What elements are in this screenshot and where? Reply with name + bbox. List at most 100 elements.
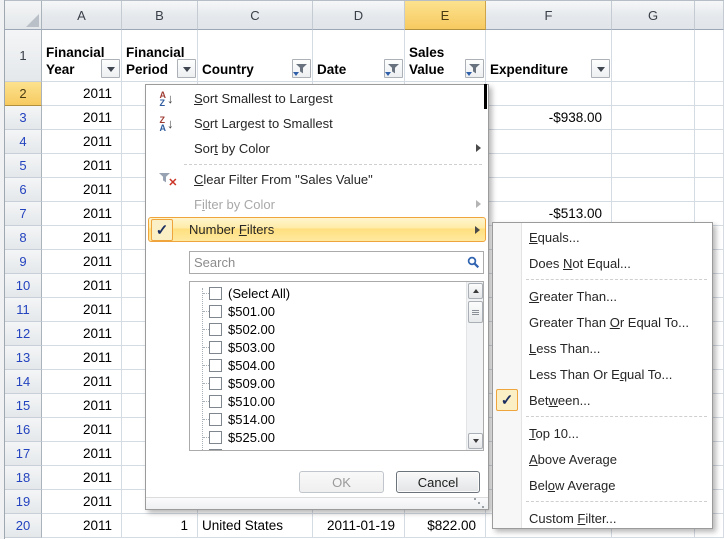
row-header-19[interactable]: 19 (5, 490, 42, 514)
column-header-C[interactable]: C (198, 1, 313, 30)
column-header-E[interactable]: E (405, 1, 486, 30)
cell-A2[interactable]: 2011 (42, 82, 122, 106)
filter-value-502-00[interactable]: $502.00 (190, 320, 466, 338)
cell-B20[interactable]: 1 (122, 514, 198, 538)
row-header-13[interactable]: 13 (5, 346, 42, 370)
cell-F3[interactable]: -$938.00 (486, 106, 612, 130)
select-all-corner[interactable] (5, 1, 42, 30)
cell-A19[interactable]: 2011 (42, 490, 122, 514)
scrollbar[interactable] (466, 282, 483, 450)
filter-button-A[interactable] (101, 59, 120, 78)
row-header-10[interactable]: 10 (5, 274, 42, 298)
row-header-9[interactable]: 9 (5, 250, 42, 274)
filter-value-510-00[interactable]: $510.00 (190, 392, 466, 410)
column-header-A[interactable]: A (42, 1, 122, 30)
cell-A16[interactable]: 2011 (42, 418, 122, 442)
header-cell-F[interactable]: Expenditure (486, 30, 612, 82)
cell-F2[interactable] (486, 82, 612, 106)
checkbox-unchecked[interactable] (209, 305, 222, 318)
submenu-item-below-average[interactable]: Below Average (493, 472, 712, 498)
filter-value-509-00[interactable]: $509.00 (190, 374, 466, 392)
cell-H3[interactable] (695, 106, 724, 130)
row-header-14[interactable]: 14 (5, 370, 42, 394)
cell-G3[interactable] (612, 106, 695, 130)
row-header-3[interactable]: 3 (5, 106, 42, 130)
column-header-partial[interactable] (695, 1, 724, 30)
row-header-11[interactable]: 11 (5, 298, 42, 322)
scrollbar-thumb[interactable] (468, 301, 483, 323)
cell-H2[interactable] (695, 82, 724, 106)
row-header-16[interactable]: 16 (5, 418, 42, 442)
submenu-item-between[interactable]: ✓Between... (493, 387, 712, 413)
cell-C20[interactable]: United States (198, 514, 313, 538)
cell-A13[interactable]: 2011 (42, 346, 122, 370)
row-header-2[interactable]: 2 (5, 82, 42, 106)
scroll-down-button[interactable] (468, 433, 483, 449)
header-cell-B[interactable]: FinancialPeriod (122, 30, 198, 82)
column-header-B[interactable]: B (122, 1, 198, 30)
row-header-4[interactable]: 4 (5, 130, 42, 154)
filter-value-select-all[interactable]: (Select All) (190, 284, 466, 302)
row-header-12[interactable]: 12 (5, 322, 42, 346)
filter-button-D[interactable] (384, 59, 403, 78)
cell-A10[interactable]: 2011 (42, 274, 122, 298)
column-header-D[interactable]: D (313, 1, 405, 30)
search-input[interactable] (190, 255, 463, 270)
checkbox-unchecked[interactable] (209, 413, 222, 426)
submenu-item-greater-than[interactable]: Greater Than... (493, 283, 712, 309)
cell-G4[interactable] (612, 130, 695, 154)
checkbox-unchecked[interactable] (209, 377, 222, 390)
cell-A5[interactable]: 2011 (42, 154, 122, 178)
menu-item-sort-smallest-to-largest[interactable]: AZ↓Sort Smallest to Largest (148, 86, 486, 111)
filter-value-501-00[interactable]: $501.00 (190, 302, 466, 320)
cell-A7[interactable]: 2011 (42, 202, 122, 226)
menu-item-number-filters[interactable]: ✓Number Filters (148, 217, 486, 242)
menu-item-sort-largest-to-smallest[interactable]: ZA↓Sort Largest to Smallest (148, 111, 486, 136)
cell-F5[interactable] (486, 154, 612, 178)
row-header-6[interactable]: 6 (5, 178, 42, 202)
row-header-17[interactable]: 17 (5, 442, 42, 466)
cell-D20[interactable]: 2011-01-19 (313, 514, 405, 538)
cell-H4[interactable] (695, 130, 724, 154)
cell-A15[interactable]: 2011 (42, 394, 122, 418)
row-header-15[interactable]: 15 (5, 394, 42, 418)
menu-item-clear-filter-from-sales-value[interactable]: ✕Clear Filter From "Sales Value" (148, 167, 486, 192)
submenu-item-equals[interactable]: Equals... (493, 224, 712, 250)
cell-A14[interactable]: 2011 (42, 370, 122, 394)
filter-button-E[interactable] (465, 59, 484, 78)
header-cell-D[interactable]: Date (313, 30, 405, 82)
checkbox-unchecked[interactable] (209, 449, 222, 452)
row-header-1[interactable]: 1 (5, 30, 42, 82)
scroll-up-button[interactable] (468, 283, 483, 299)
checkbox-unchecked[interactable] (209, 359, 222, 372)
cell-A12[interactable]: 2011 (42, 322, 122, 346)
submenu-item-less-than[interactable]: Less Than... (493, 335, 712, 361)
header-cell-A[interactable]: FinancialYear (42, 30, 122, 82)
cell-A18[interactable]: 2011 (42, 466, 122, 490)
filter-value-525-00[interactable]: $525.00 (190, 428, 466, 446)
row-header-8[interactable]: 8 (5, 226, 42, 250)
search-box[interactable] (189, 251, 484, 274)
row-header-20[interactable]: 20 (5, 514, 42, 538)
magnifier-icon[interactable] (463, 256, 483, 269)
checkbox-unchecked[interactable] (209, 323, 222, 336)
cell-A8[interactable]: 2011 (42, 226, 122, 250)
cell-A9[interactable]: 2011 (42, 250, 122, 274)
filter-value-503-00[interactable]: $503.00 (190, 338, 466, 356)
header-cell-partial[interactable] (695, 30, 724, 82)
checkbox-unchecked[interactable] (209, 395, 222, 408)
filter-button-F[interactable] (591, 59, 610, 78)
submenu-item-above-average[interactable]: Above Average (493, 446, 712, 472)
row-header-18[interactable]: 18 (5, 466, 42, 490)
filter-button-B[interactable] (177, 59, 196, 78)
cell-A6[interactable]: 2011 (42, 178, 122, 202)
submenu-item-top-10[interactable]: Top 10... (493, 420, 712, 446)
cell-A3[interactable]: 2011 (42, 106, 122, 130)
cell-G2[interactable] (612, 82, 695, 106)
filter-value-504-00[interactable]: $504.00 (190, 356, 466, 374)
cell-A17[interactable]: 2011 (42, 442, 122, 466)
cell-G5[interactable] (612, 154, 695, 178)
row-header-7[interactable]: 7 (5, 202, 42, 226)
cell-H5[interactable] (695, 154, 724, 178)
cell-F6[interactable] (486, 178, 612, 202)
